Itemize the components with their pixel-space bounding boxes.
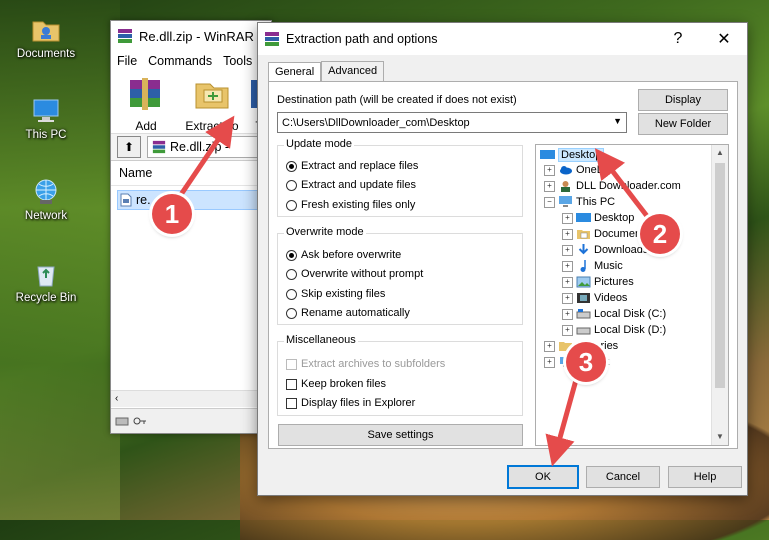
annotation-badge-2: 2 [640,214,680,254]
annotation-arrow-3 [545,379,579,467]
annotation-arrows [177,115,652,467]
annotation-badge-3: 3 [566,342,606,382]
annotation-badge-1: 1 [152,194,192,234]
annotation-arrow-1 [177,115,235,198]
annotation-arrow-2 [594,148,652,222]
